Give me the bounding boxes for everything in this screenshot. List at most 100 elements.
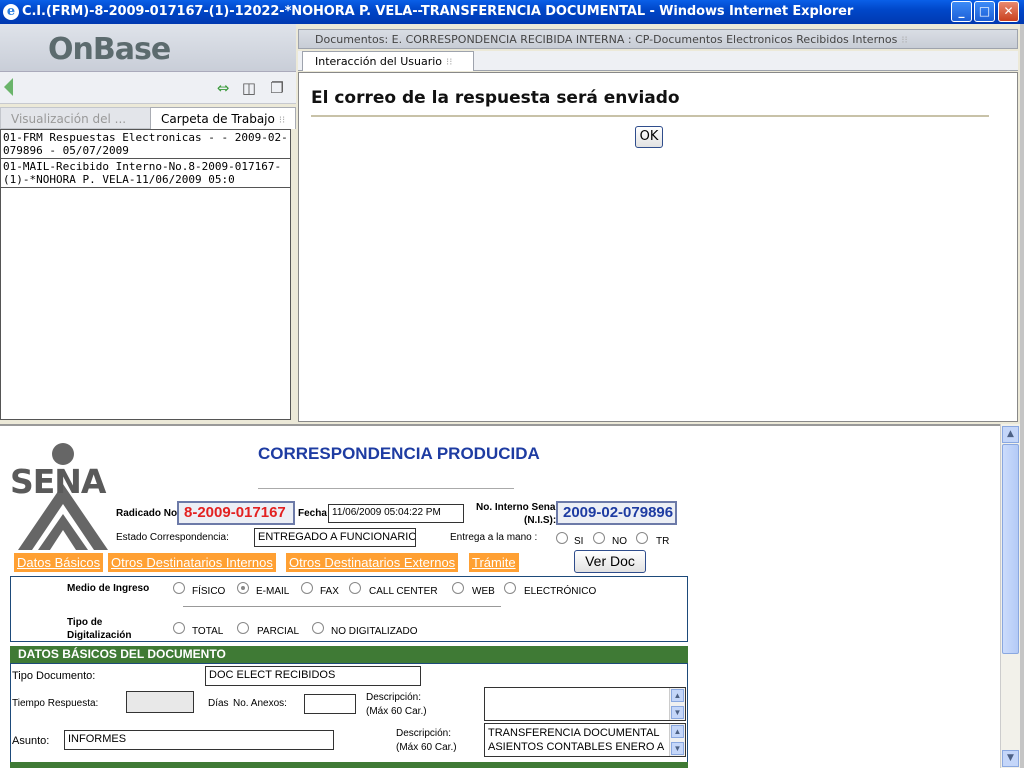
fecha-field[interactable]: 11/06/2009 05:04:22 PM — [328, 504, 464, 523]
medio-opt-label: E-MAIL — [256, 586, 290, 597]
entrega-radio-tr[interactable] — [636, 532, 648, 544]
scroll-down-icon[interactable]: ▼ — [671, 706, 684, 719]
dig-radio-total[interactable] — [173, 622, 185, 634]
ie-icon: e — [3, 4, 19, 20]
tab-visualizacion[interactable]: Visualización del ... — [0, 107, 152, 129]
entrega-radio-no[interactable] — [593, 532, 605, 544]
interaction-panel: El correo de la respuesta será enviado O… — [298, 72, 1018, 422]
medio-panel: Medio de Ingreso FÍSICO E-MAIL FAX CALL … — [10, 576, 688, 642]
desc-label: Descripción: — [366, 692, 422, 703]
scroll-up-icon[interactable]: ▲ — [671, 725, 684, 738]
layout-split-icon[interactable]: ◫ — [240, 79, 258, 97]
onbase-logo: OnBase — [48, 32, 171, 67]
ver-doc-button[interactable]: Ver Doc — [574, 550, 646, 573]
tab-label: Interacción del Usuario — [315, 55, 443, 68]
document-list: 01-FRM Respuestas Electronicas - - 2009-… — [0, 129, 291, 420]
desc-line-2: ASIENTOS CONTABLES ENERO A — [488, 741, 665, 753]
medio-radio-electronico[interactable] — [504, 582, 516, 594]
estado-label: Estado Correspondencia: — [116, 532, 229, 543]
scroll-down-icon[interactable]: ▼ — [1002, 750, 1019, 767]
tab-interaccion-usuario[interactable]: Interacción del Usuario ⁝⁝ — [302, 51, 474, 71]
descripcion-textarea-2[interactable]: TRANSFERENCIA DOCUMENTAL ASIENTOS CONTAB… — [484, 723, 686, 757]
tiempo-label: Tiempo Respuesta: — [12, 698, 99, 709]
list-item[interactable]: 01-FRM Respuestas Electronicas - - 2009-… — [1, 130, 290, 159]
dig-opt-label: NO DIGITALIZADO — [331, 626, 418, 637]
desc-label-2: Descripción: — [396, 728, 452, 739]
form-title: CORRESPONDENCIA PRODUCIDA — [258, 444, 540, 463]
medio-radio-callcenter[interactable] — [349, 582, 361, 594]
ok-button[interactable]: OK — [635, 126, 663, 148]
entrega-opt-label: NO — [612, 536, 627, 547]
close-button[interactable]: ✕ — [998, 1, 1019, 22]
correspondence-form: SENA CORRESPONDENCIA PRODUCIDA Radicado … — [0, 424, 1000, 768]
back-arrow-icon[interactable] — [4, 78, 13, 96]
tipo-doc-field[interactable]: DOC ELECT RECIBIDOS — [205, 666, 421, 686]
tab-otros-internos[interactable]: Otros Destinatarios Internos — [108, 553, 276, 572]
radicado-field[interactable]: 8-2009-017167 — [177, 501, 295, 525]
tab-label: Visualización del ... — [11, 112, 127, 126]
grip-icon: ⁝⁝ — [446, 57, 453, 68]
entrega-radio-si[interactable] — [556, 532, 568, 544]
medio-opt-label: ELECTRÓNICO — [524, 586, 597, 597]
desc-line-1: TRANSFERENCIA DOCUMENTAL — [488, 727, 660, 739]
asunto-field[interactable]: INFORMES — [64, 730, 334, 750]
window-edge — [1020, 24, 1024, 768]
medio-label: Medio de Ingreso — [67, 583, 150, 594]
scrollbar[interactable]: ▲ ▼ — [669, 724, 685, 756]
onbase-header: OnBase — [0, 24, 296, 72]
tab-label: Documentos: E. CORRESPONDENCIA RECIBIDA … — [315, 33, 898, 46]
section-header-next — [10, 762, 688, 768]
medio-opt-label: FÍSICO — [192, 586, 226, 597]
medio-radio-fisico[interactable] — [173, 582, 185, 594]
scroll-thumb[interactable] — [1002, 444, 1019, 654]
form-scrollbar[interactable]: ▲ ▼ — [1000, 424, 1020, 768]
anexos-label: No. Anexos: — [233, 698, 287, 709]
anexos-field[interactable] — [304, 694, 356, 714]
dig-radio-no[interactable] — [312, 622, 324, 634]
medio-radio-email[interactable] — [237, 582, 249, 594]
descripcion-textarea-1[interactable]: ▲ ▼ — [484, 687, 686, 721]
tab-datos-basicos[interactable]: Datos Básicos — [13, 553, 104, 572]
tab-tramite[interactable]: Trámite — [469, 553, 519, 572]
medio-radio-web[interactable] — [452, 582, 464, 594]
tab-documentos[interactable]: Documentos: E. CORRESPONDENCIA RECIBIDA … — [298, 29, 1018, 49]
layout-window-icon[interactable]: ❐ — [268, 79, 286, 97]
tipo-doc-label: Tipo Documento: — [12, 670, 96, 682]
medio-opt-label: CALL CENTER — [369, 586, 438, 597]
maximize-button[interactable]: □ — [974, 1, 995, 22]
sidebar-tabs: Visualización del ... Carpeta de Trabajo… — [0, 107, 296, 129]
window-title: C.I.(FRM)-8-2009-017167-(1)-12022-*NOHOR… — [22, 4, 854, 19]
radicado-label: Radicado No — [116, 508, 178, 519]
medio-opt-label: FAX — [320, 586, 339, 597]
fecha-label: Fecha — [298, 508, 327, 519]
grip-icon: ⁝⁝ — [901, 35, 908, 46]
entrega-opt-label: TR — [656, 536, 670, 547]
tiempo-field[interactable] — [126, 691, 194, 713]
scroll-down-icon[interactable]: ▼ — [671, 742, 684, 755]
tipo-dig-label-2: Digitalización — [67, 630, 132, 641]
scroll-up-icon[interactable]: ▲ — [671, 689, 684, 702]
estado-field[interactable]: ENTREGADO A FUNCIONARIO — [254, 528, 416, 547]
scroll-up-icon[interactable]: ▲ — [1002, 426, 1019, 443]
sena-logo-text: SENA — [10, 462, 106, 501]
divider — [258, 488, 514, 489]
dig-opt-label: TOTAL — [192, 626, 224, 637]
list-item[interactable]: 01-MAIL-Recibido Interno-No.8-2009-01716… — [1, 159, 290, 188]
minimize-button[interactable]: _ — [951, 1, 972, 22]
interno-field[interactable]: 2009-02-079896 — [556, 501, 677, 525]
tab-carpeta-trabajo[interactable]: Carpeta de Trabajo ⁝⁝ — [150, 107, 296, 129]
window-titlebar: e C.I.(FRM)-8-2009-017167-(1)-12022-*NOH… — [0, 0, 1024, 24]
dias-label: Días — [208, 698, 229, 709]
tab-label: Carpeta de Trabajo — [161, 112, 275, 126]
medio-radio-fax[interactable] — [301, 582, 313, 594]
divider — [183, 606, 501, 607]
dig-radio-parcial[interactable] — [237, 622, 249, 634]
dig-opt-label: PARCIAL — [257, 626, 300, 637]
tab-otros-externos[interactable]: Otros Destinatarios Externos — [285, 553, 459, 572]
asunto-label: Asunto: — [12, 735, 50, 747]
sync-arrows-icon[interactable]: ⇔ — [214, 79, 232, 97]
scrollbar[interactable]: ▲ ▼ — [669, 688, 685, 720]
message-text: El correo de la respuesta será enviado — [311, 88, 680, 108]
divider — [311, 115, 989, 117]
interno-label: No. Interno Sena — [476, 502, 556, 513]
